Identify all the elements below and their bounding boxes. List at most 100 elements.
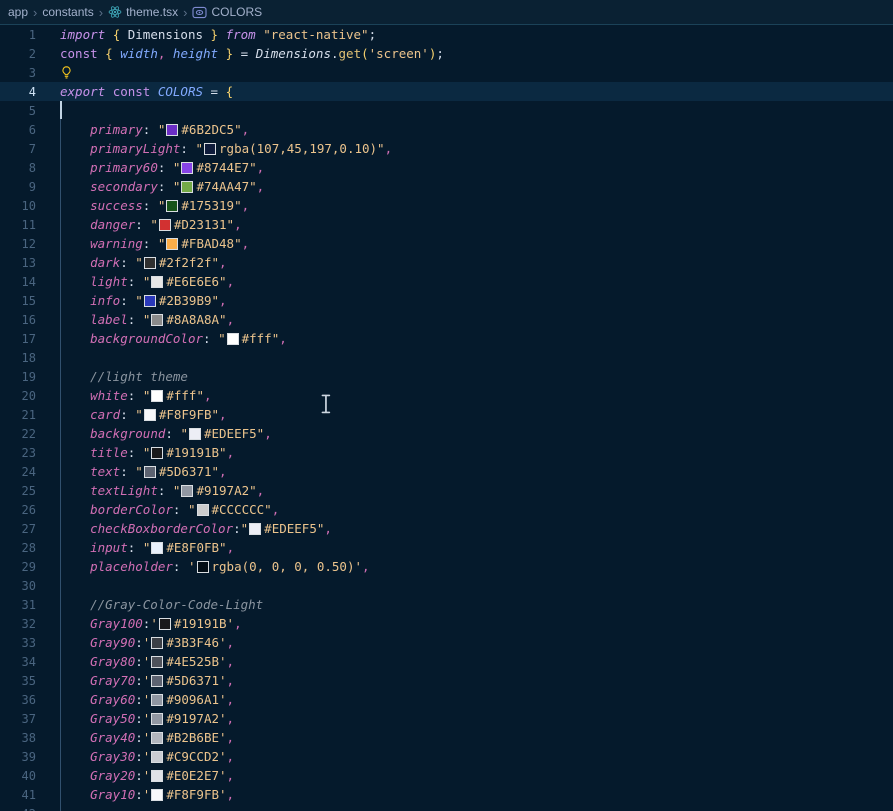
line-number[interactable]: 21 bbox=[0, 408, 36, 422]
code-lines[interactable]: 1import { Dimensions } from "react-nativ… bbox=[0, 25, 893, 811]
line-number[interactable]: 34 bbox=[0, 655, 36, 669]
color-swatch[interactable] bbox=[166, 124, 178, 136]
line-number[interactable]: 32 bbox=[0, 617, 36, 631]
line-number[interactable]: 15 bbox=[0, 294, 36, 308]
code-line[interactable]: 13 dark: "#2f2f2f", bbox=[0, 253, 893, 272]
color-swatch[interactable] bbox=[151, 276, 163, 288]
line-number[interactable]: 41 bbox=[0, 788, 36, 802]
color-swatch[interactable] bbox=[144, 409, 156, 421]
line-number[interactable]: 5 bbox=[0, 104, 36, 118]
code-line[interactable]: 37 Gray50:'#9197A2', bbox=[0, 709, 893, 728]
code-line[interactable]: 18 bbox=[0, 348, 893, 367]
line-number[interactable]: 13 bbox=[0, 256, 36, 270]
code-line[interactable]: 28 input: "#E8F0FB", bbox=[0, 538, 893, 557]
code-line[interactable]: 26 borderColor: "#CCCCCC", bbox=[0, 500, 893, 519]
code-line[interactable]: 30 bbox=[0, 576, 893, 595]
code-line[interactable]: 23 title: "#19191B", bbox=[0, 443, 893, 462]
code-line[interactable]: 24 text: "#5D6371", bbox=[0, 462, 893, 481]
color-swatch[interactable] bbox=[166, 200, 178, 212]
breadcrumb-item-colors-symbol[interactable]: COLORS bbox=[192, 5, 262, 19]
code-line[interactable]: 27 checkBoxborderColor:"#EDEEF5", bbox=[0, 519, 893, 538]
color-swatch[interactable] bbox=[189, 428, 201, 440]
color-swatch[interactable] bbox=[181, 181, 193, 193]
line-number[interactable]: 12 bbox=[0, 237, 36, 251]
code-line[interactable]: 20 white: "#fff", bbox=[0, 386, 893, 405]
line-number[interactable]: 8 bbox=[0, 161, 36, 175]
color-swatch[interactable] bbox=[159, 618, 171, 630]
lightbulb-icon[interactable] bbox=[60, 65, 73, 80]
line-number[interactable]: 40 bbox=[0, 769, 36, 783]
line-number[interactable]: 10 bbox=[0, 199, 36, 213]
color-swatch[interactable] bbox=[151, 542, 163, 554]
line-number[interactable]: 2 bbox=[0, 47, 36, 61]
line-number[interactable]: 28 bbox=[0, 541, 36, 555]
code-editor[interactable]: app › constants › theme.tsx › bbox=[0, 0, 893, 811]
line-number[interactable]: 19 bbox=[0, 370, 36, 384]
line-number[interactable]: 42 bbox=[0, 807, 36, 811]
line-number[interactable]: 22 bbox=[0, 427, 36, 441]
code-line[interactable]: 9 secondary: "#74AA47", bbox=[0, 177, 893, 196]
line-number[interactable]: 38 bbox=[0, 731, 36, 745]
color-swatch[interactable] bbox=[151, 314, 163, 326]
code-line[interactable]: 10 success: "#175319", bbox=[0, 196, 893, 215]
color-swatch[interactable] bbox=[151, 694, 163, 706]
breadcrumb-item-app[interactable]: app bbox=[8, 5, 28, 19]
code-line[interactable]: 16 label: "#8A8A8A", bbox=[0, 310, 893, 329]
color-swatch[interactable] bbox=[151, 770, 163, 782]
code-line[interactable]: 42 bbox=[0, 804, 893, 811]
line-number[interactable]: 29 bbox=[0, 560, 36, 574]
line-number[interactable]: 27 bbox=[0, 522, 36, 536]
code-line[interactable]: 35 Gray70:'#5D6371', bbox=[0, 671, 893, 690]
color-swatch[interactable] bbox=[197, 504, 209, 516]
line-number[interactable]: 30 bbox=[0, 579, 36, 593]
color-swatch[interactable] bbox=[144, 257, 156, 269]
color-swatch[interactable] bbox=[159, 219, 171, 231]
code-line[interactable]: 33 Gray90:'#3B3F46', bbox=[0, 633, 893, 652]
code-line[interactable]: 19 //light theme bbox=[0, 367, 893, 386]
line-number[interactable]: 9 bbox=[0, 180, 36, 194]
color-swatch[interactable] bbox=[227, 333, 239, 345]
color-swatch[interactable] bbox=[151, 751, 163, 763]
color-swatch[interactable] bbox=[249, 523, 261, 535]
code-line[interactable]: 38 Gray40:'#B2B6BE', bbox=[0, 728, 893, 747]
line-number[interactable]: 3 bbox=[0, 66, 36, 80]
line-number[interactable]: 6 bbox=[0, 123, 36, 137]
line-number[interactable]: 20 bbox=[0, 389, 36, 403]
line-number[interactable]: 7 bbox=[0, 142, 36, 156]
color-swatch[interactable] bbox=[144, 295, 156, 307]
code-line[interactable]: 40 Gray20:'#E0E2E7', bbox=[0, 766, 893, 785]
code-line[interactable]: 1import { Dimensions } from "react-nativ… bbox=[0, 25, 893, 44]
line-number[interactable]: 37 bbox=[0, 712, 36, 726]
code-line[interactable]: 41 Gray10:'#F8F9FB', bbox=[0, 785, 893, 804]
code-line[interactable]: 29 placeholder: 'rgba(0, 0, 0, 0.50)', bbox=[0, 557, 893, 576]
code-line[interactable]: 6 primary: "#6B2DC5", bbox=[0, 120, 893, 139]
code-line[interactable]: 39 Gray30:'#C9CCD2', bbox=[0, 747, 893, 766]
code-line[interactable]: 36 Gray60:'#9096A1', bbox=[0, 690, 893, 709]
code-line[interactable]: 31 //Gray-Color-Code-Light bbox=[0, 595, 893, 614]
color-swatch[interactable] bbox=[151, 390, 163, 402]
line-number[interactable]: 14 bbox=[0, 275, 36, 289]
line-number[interactable]: 11 bbox=[0, 218, 36, 232]
code-line[interactable]: 11 danger: "#D23131", bbox=[0, 215, 893, 234]
line-number[interactable]: 26 bbox=[0, 503, 36, 517]
code-line[interactable]: 5 bbox=[0, 101, 893, 120]
color-swatch[interactable] bbox=[144, 466, 156, 478]
code-line[interactable]: 8 primary60: "#8744E7", bbox=[0, 158, 893, 177]
code-line[interactable]: 14 light: "#E6E6E6", bbox=[0, 272, 893, 291]
code-line[interactable]: 25 textLight: "#9197A2", bbox=[0, 481, 893, 500]
color-swatch[interactable] bbox=[151, 732, 163, 744]
color-swatch[interactable] bbox=[166, 238, 178, 250]
color-swatch[interactable] bbox=[204, 143, 216, 155]
color-swatch[interactable] bbox=[151, 789, 163, 801]
code-line[interactable]: 22 background: "#EDEEF5", bbox=[0, 424, 893, 443]
line-number[interactable]: 4 bbox=[0, 85, 36, 99]
line-number[interactable]: 1 bbox=[0, 28, 36, 42]
color-swatch[interactable] bbox=[181, 162, 193, 174]
color-swatch[interactable] bbox=[151, 637, 163, 649]
color-swatch[interactable] bbox=[151, 656, 163, 668]
line-number[interactable]: 31 bbox=[0, 598, 36, 612]
line-number[interactable]: 25 bbox=[0, 484, 36, 498]
code-line[interactable]: 12 warning: "#FBAD48", bbox=[0, 234, 893, 253]
color-swatch[interactable] bbox=[151, 713, 163, 725]
color-swatch[interactable] bbox=[151, 447, 163, 459]
